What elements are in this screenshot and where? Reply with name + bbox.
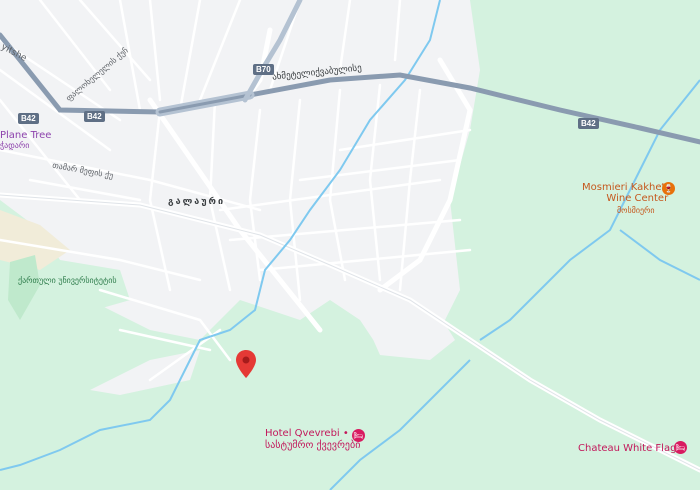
poi-wine-center[interactable]: Mosmieri Kakheti Wine Center <box>582 182 668 204</box>
district-label: გალაური <box>168 197 226 207</box>
poi-hotel-qvevrebi-name-1: Hotel Qvevrebi • <box>265 428 349 439</box>
poi-hotel-qvevrebi-name-2: სასტუმრო ქვევრები <box>265 440 361 451</box>
poi-wine-center-name-2: Wine Center <box>606 193 669 204</box>
hotel-bed-icon[interactable]: 🛏 <box>352 429 365 442</box>
poi-hotel-qvevrebi[interactable]: Hotel Qvevrebi • სასტუმრო ქვევრები <box>265 428 360 452</box>
poi-plane-tree-sub: ჭადარი <box>0 141 30 150</box>
street-label-lower-left: ქართული უნივერსიტეტის <box>18 276 117 285</box>
hotel-bed-icon[interactable]: 🛏 <box>674 441 687 454</box>
poi-plane-tree[interactable]: Plane Tree ჭადარი <box>0 130 51 150</box>
map-pin-icon[interactable] <box>236 350 256 378</box>
poi-wine-center-sub: მოსმიერი <box>617 206 655 215</box>
wine-glass-icon[interactable]: 🍷 <box>662 182 675 195</box>
route-shield-b42-center: B42 <box>84 111 105 122</box>
poi-wine-center-name-1: Mosmieri Kakheti <box>582 182 669 193</box>
route-shield-b70: B70 <box>253 64 274 75</box>
map-canvas[interactable]: B70 B42 B42 B42 ახმეტელიქვაბულისე ფალოხე… <box>0 0 700 490</box>
route-shield-b42-west: B42 <box>18 113 39 124</box>
poi-chateau-white-flags[interactable]: Chateau White Flags <box>578 443 682 454</box>
route-shield-b42-east: B42 <box>578 118 599 129</box>
poi-plane-tree-name: Plane Tree <box>0 130 52 141</box>
